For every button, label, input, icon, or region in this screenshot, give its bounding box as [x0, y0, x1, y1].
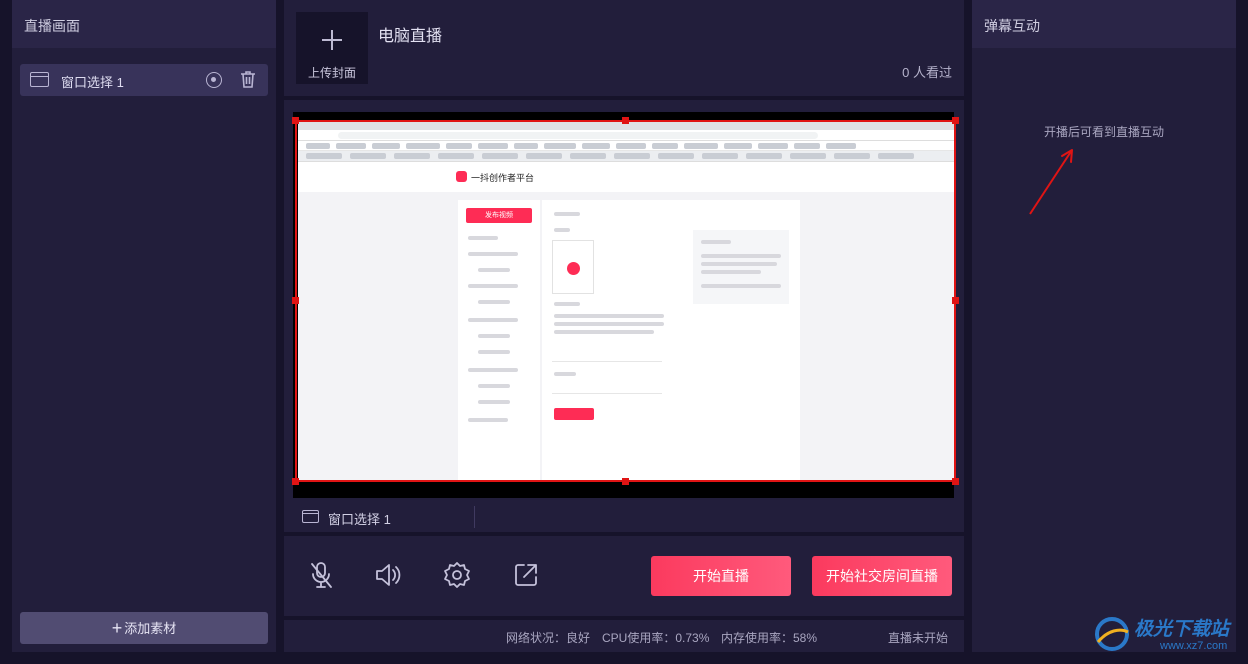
source-item-window-select[interactable]: 窗口选择 1 [20, 64, 268, 96]
window-icon [30, 72, 49, 87]
visibility-icon[interactable] [206, 72, 222, 88]
danmaku-title: 弹幕互动 [984, 18, 1040, 34]
memory-usage: 内存使用率：58% [721, 631, 818, 645]
live-scene-panel: 直播画面 窗口选择 1 + 添加素材 [12, 0, 276, 652]
resize-handle-bc[interactable] [622, 478, 629, 485]
plus-icon [322, 30, 342, 50]
preview-panel: 一抖创作者平台 发布视频 窗口选择 1 [284, 100, 964, 532]
watermark-brand: 极光下载站 [1134, 619, 1230, 640]
resize-handle-tr[interactable] [952, 117, 959, 124]
preview-source-label[interactable]: 窗口选择 1 [328, 509, 391, 528]
cpu-usage: CPU使用率：0.73% [602, 631, 710, 645]
preview-canvas[interactable]: 一抖创作者平台 发布视频 [292, 112, 959, 498]
window-icon [302, 510, 319, 523]
add-material-label: 添加素材 [124, 621, 177, 636]
danmaku-panel: 弹幕互动 开播后可看到直播互动 [972, 0, 1236, 652]
source-item-label: 窗口选择 1 [61, 75, 124, 90]
preview-source-bar: 窗口选择 1 [284, 502, 964, 532]
danmaku-header: 弹幕互动 [972, 0, 1236, 48]
divider [474, 506, 475, 528]
live-title[interactable]: 电脑直播 [378, 22, 442, 46]
viewer-count: 0 人看过 [902, 65, 952, 80]
status-bar: 网络状况：良好 CPU使用率：0.73% 内存使用率：58% 直播未开始 [284, 620, 964, 652]
resize-handle-ml[interactable] [292, 297, 299, 304]
resize-handle-mr[interactable] [952, 297, 959, 304]
start-live-button[interactable]: 开始直播 [651, 556, 791, 596]
start-social-live-button[interactable]: 开始社交房间直播 [812, 556, 952, 596]
upload-cover-label: 上传封面 [307, 66, 356, 80]
selection-frame[interactable] [295, 120, 956, 482]
network-status: 网络状况：良好 [506, 631, 591, 645]
annotation-arrow-icon [1029, 149, 1073, 215]
upload-cover-button[interactable]: 上传封面 [296, 12, 368, 84]
trash-icon[interactable] [239, 70, 257, 89]
microphone-muted-icon[interactable] [306, 560, 336, 590]
resize-handle-br[interactable] [952, 478, 959, 485]
danmaku-hint: 开播后可看到直播互动 [1043, 125, 1164, 139]
control-bar: 开始直播 开始社交房间直播 [284, 536, 964, 616]
live-scene-header: 直播画面 [12, 0, 276, 48]
live-scene-title: 直播画面 [24, 18, 80, 34]
resize-handle-tc[interactable] [622, 117, 629, 124]
resize-handle-tl[interactable] [292, 117, 299, 124]
watermark-logo-icon [1095, 617, 1129, 651]
add-material-button[interactable]: + 添加素材 [20, 612, 268, 644]
watermark-url: www.xz7.com [1160, 640, 1228, 652]
site-watermark: 极光下载站 www.xz7.com [1090, 610, 1240, 658]
settings-gear-icon[interactable] [442, 560, 472, 590]
live-info-panel: 上传封面 电脑直播 0 人看过 [284, 0, 964, 96]
plus-icon: + [111, 618, 123, 638]
live-status: 直播未开始 [888, 631, 949, 645]
speaker-icon[interactable] [373, 560, 403, 590]
resize-handle-bl[interactable] [292, 478, 299, 485]
popout-icon[interactable] [511, 560, 541, 590]
